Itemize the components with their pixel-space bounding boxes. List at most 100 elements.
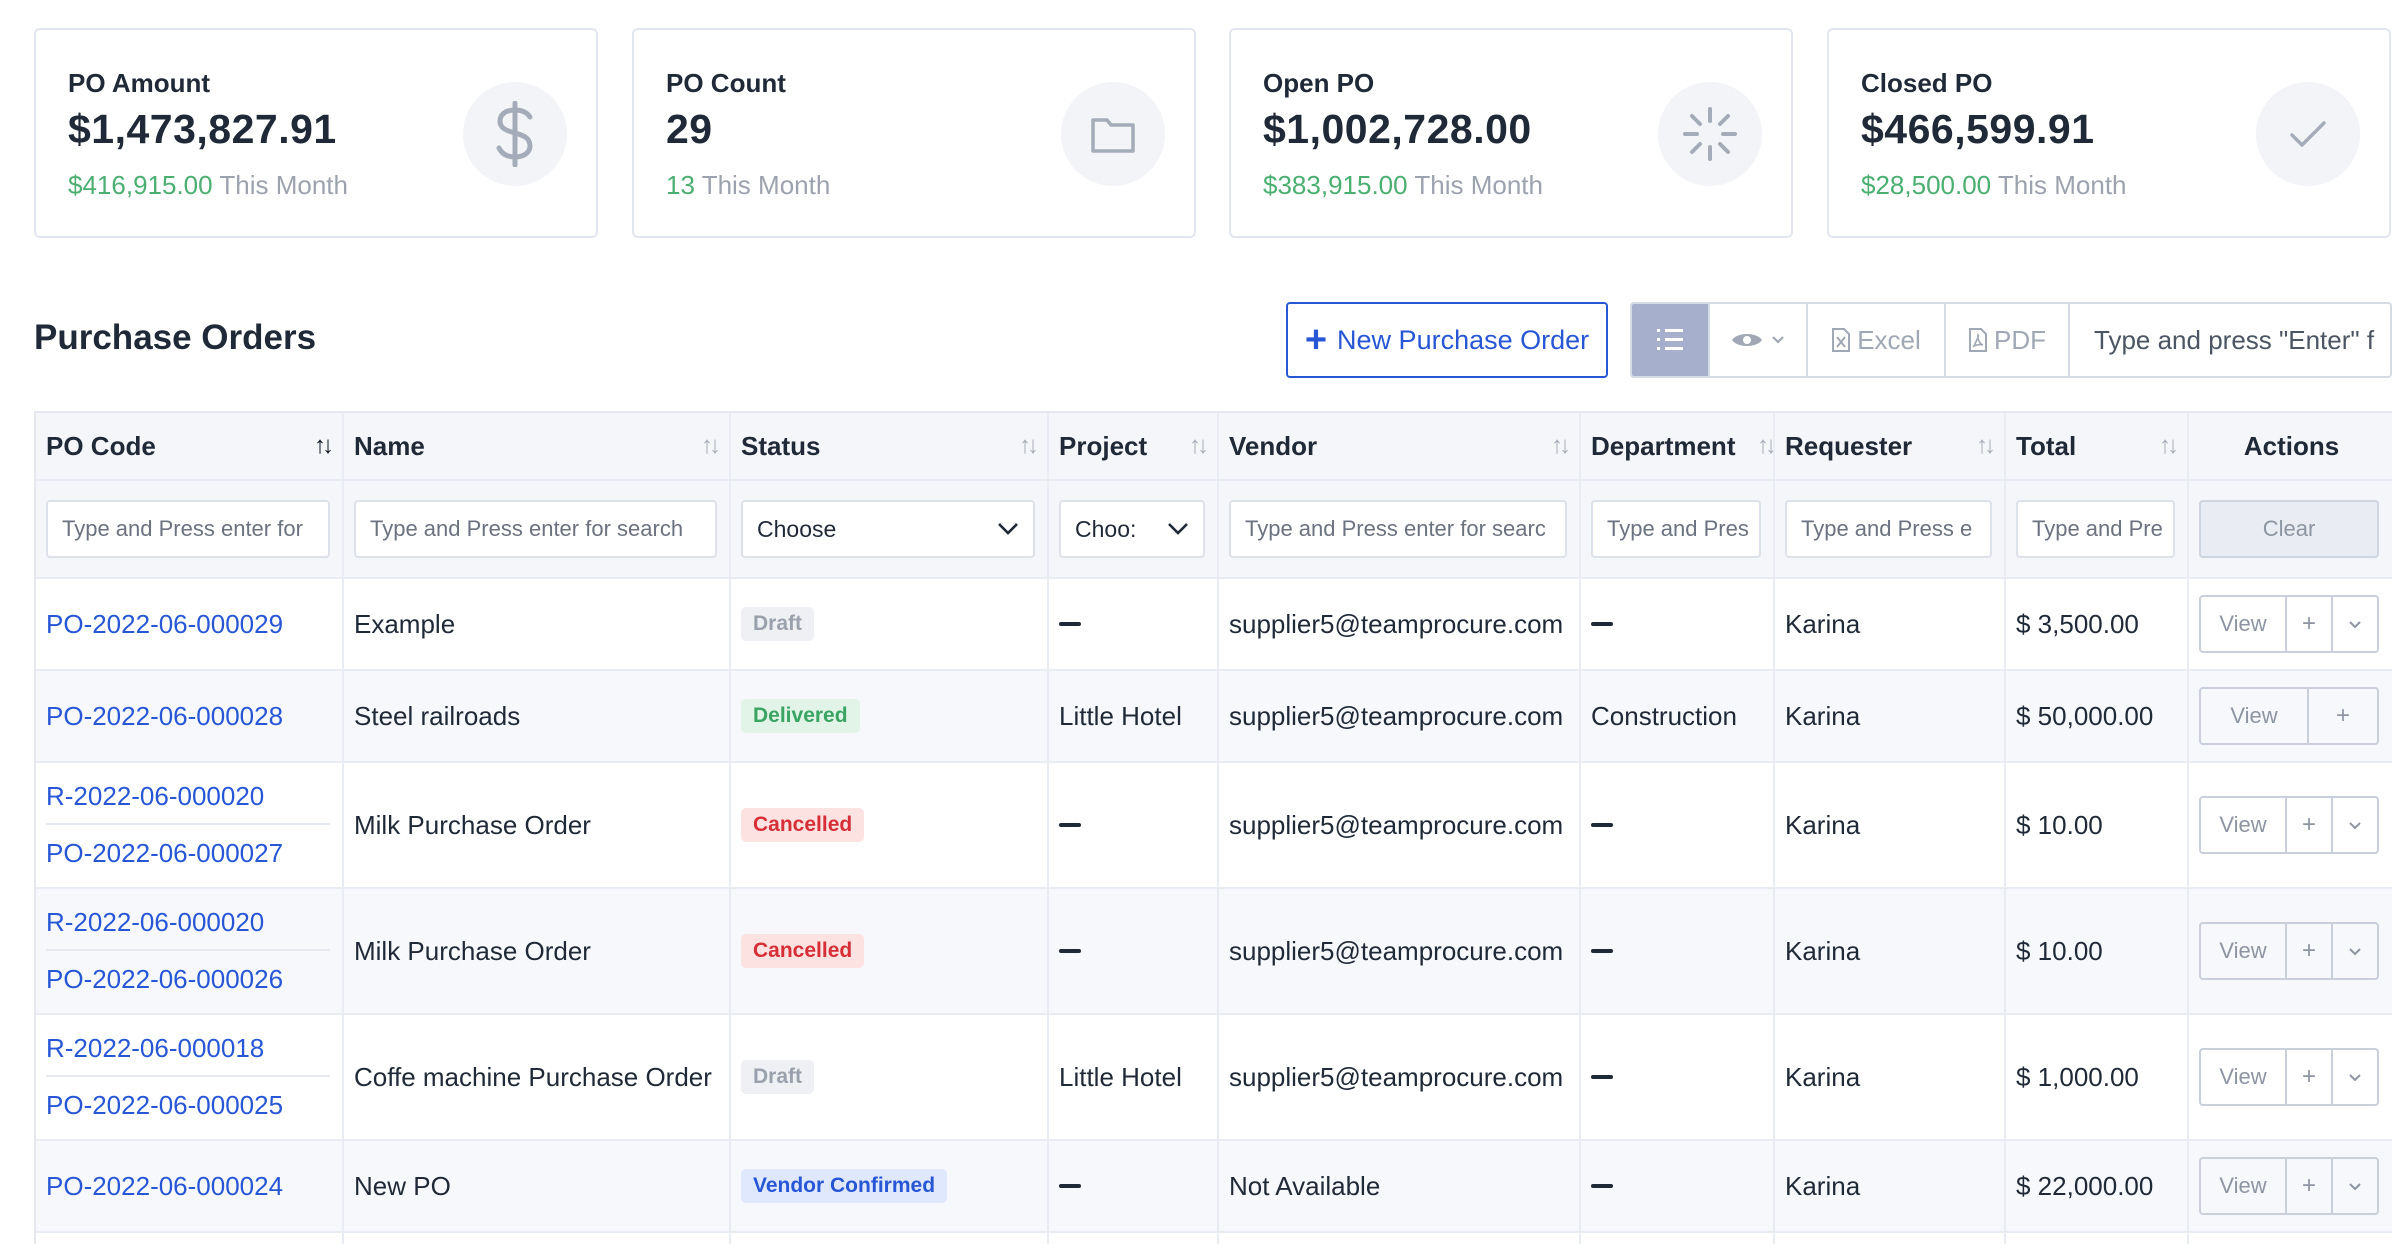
pdf-export-button[interactable]: PDF <box>1946 304 2070 376</box>
department-cell <box>1581 1015 1775 1139</box>
project-cell <box>1049 889 1219 1013</box>
requester-cell: Karina <box>1775 1141 2006 1231</box>
empty-dash <box>1059 622 1081 626</box>
name-cell: New PO <box>344 1141 731 1231</box>
column-header-name[interactable]: Name ↑↓ <box>344 413 731 479</box>
row-actions: View + <box>2199 595 2379 653</box>
table-row: PO-2022-06-000029 Example Draft supplier… <box>36 579 2392 671</box>
requisition-link[interactable]: R-2022-06-000020 <box>46 769 330 825</box>
po-code-link[interactable]: PO-2022-06-000029 <box>46 609 283 640</box>
page-title: Purchase Orders <box>34 318 317 357</box>
stat-month-suffix: This Month <box>1997 170 2127 200</box>
filter-cell: Type and Press e <box>1775 481 2006 577</box>
column-header-vendor[interactable]: Vendor ↑↓ <box>1219 413 1581 479</box>
sort-icon[interactable]: ↑↓ <box>2159 432 2179 460</box>
add-button[interactable]: + <box>2309 689 2377 743</box>
stat-value: 29 <box>666 106 713 152</box>
column-header-requester[interactable]: Requester ↑↓ <box>1775 413 2006 479</box>
po-code-cell: R-2022-06-000018 PO-2022-06-000025 <box>36 1015 344 1139</box>
sort-icon[interactable]: ↑↓ <box>1976 432 1996 460</box>
sort-icon[interactable]: ↑↓ <box>701 432 721 460</box>
empty-dash <box>1059 949 1081 953</box>
po-code-cell: R-2022-06-000020 PO-2022-06-000027 <box>36 763 344 887</box>
add-button[interactable]: + <box>2287 798 2333 852</box>
view-button[interactable]: View <box>2201 1159 2287 1213</box>
column-header-label: PO Code <box>46 430 156 461</box>
vendor-cell: supplier5@teamprocure.com <box>1219 671 1581 761</box>
column-header-department[interactable]: Department ↑↓ <box>1581 413 1775 479</box>
project-cell: Little Hotel <box>1049 671 1219 761</box>
po-code-filter-input[interactable]: Type and Press enter for <box>46 500 330 558</box>
po-code-link[interactable]: PO-2022-06-000028 <box>46 701 283 732</box>
list-view-button[interactable] <box>1632 304 1710 376</box>
sort-icon[interactable]: ↑↓ <box>1019 432 1039 460</box>
department-cell <box>1581 579 1775 669</box>
view-button[interactable]: View <box>2201 597 2287 651</box>
excel-label: Excel <box>1857 324 1921 355</box>
po-code-link[interactable]: PO-2022-06-000024 <box>46 1171 283 1202</box>
stat-label: PO Count <box>666 68 786 98</box>
total-filter-input[interactable]: Type and Pre <box>2016 500 2175 558</box>
department-filter-input[interactable]: Type and Pres <box>1591 500 1761 558</box>
new-purchase-order-button[interactable]: + New Purchase Order <box>1286 302 1608 378</box>
actions-cell: View + <box>2189 763 2392 887</box>
stat-card-po-count: PO Count 29 13 This Month <box>632 28 1196 238</box>
requisition-link[interactable]: R-2022-06-000020 <box>46 895 330 951</box>
view-button[interactable]: View <box>2201 1050 2287 1104</box>
row-actions: View + <box>2199 796 2379 854</box>
actions-cell: View + <box>2189 1141 2392 1231</box>
po-code-cell: PO-2022-06-000029 <box>36 579 344 669</box>
stat-month-value: $383,915.00 <box>1263 170 1408 200</box>
filter-cell: Type and Pre <box>2006 481 2189 577</box>
sort-icon[interactable]: ↑↓ <box>1189 432 1209 460</box>
more-actions-button[interactable] <box>2333 924 2377 978</box>
more-actions-button[interactable] <box>2333 798 2377 852</box>
more-actions-button[interactable] <box>2333 597 2377 651</box>
requester-filter-input[interactable]: Type and Press e <box>1785 500 1992 558</box>
add-button[interactable]: + <box>2287 1159 2333 1213</box>
stat-month: $28,500.00 This Month <box>1861 170 2127 201</box>
column-visibility-button[interactable] <box>1710 304 1808 376</box>
table-cell <box>344 1233 731 1244</box>
column-header-total[interactable]: Total ↑↓ <box>2006 413 2189 479</box>
view-button[interactable]: View <box>2201 924 2287 978</box>
column-header-po-code[interactable]: PO Code ↑↓ <box>36 413 344 479</box>
project-filter-select[interactable]: Choo: <box>1059 500 1205 558</box>
requisition-link[interactable]: R-2022-06-000018 <box>46 1021 330 1077</box>
total-cell: $ 3,500.00 <box>2006 579 2189 669</box>
more-actions-button[interactable] <box>2333 1050 2377 1104</box>
stat-label: PO Amount <box>68 68 211 98</box>
column-header-status[interactable]: Status ↑↓ <box>731 413 1049 479</box>
clear-filters-button[interactable]: Clear <box>2199 500 2379 558</box>
status-cell: Vendor Confirmed <box>731 1141 1049 1231</box>
project-cell <box>1049 763 1219 887</box>
sort-icon[interactable]: ↑↓ <box>1757 432 1773 460</box>
po-code-link[interactable]: PO-2022-06-000025 <box>46 1077 330 1133</box>
column-header-label: Actions <box>2243 430 2340 461</box>
vendor-filter-input[interactable]: Type and Press enter for searc <box>1229 500 1567 558</box>
total-cell: $ 50,000.00 <box>2006 671 2189 761</box>
name-filter-input[interactable]: Type and Press enter for search <box>354 500 717 558</box>
more-actions-button[interactable] <box>2333 1159 2377 1213</box>
table-search-input[interactable]: Type and press "Enter" f <box>2070 304 2390 376</box>
add-button[interactable]: + <box>2287 597 2333 651</box>
sort-desc-icon[interactable]: ↑↓ <box>314 432 334 460</box>
new-purchase-order-label: New Purchase Order <box>1337 324 1590 355</box>
column-header-project[interactable]: Project ↑↓ <box>1049 413 1219 479</box>
po-code-link[interactable]: PO-2022-06-000026 <box>46 951 330 1007</box>
add-button[interactable]: + <box>2287 1050 2333 1104</box>
sort-icon[interactable]: ↑↓ <box>1551 432 1571 460</box>
status-filter-select[interactable]: Choose <box>741 500 1035 558</box>
excel-export-button[interactable]: Excel <box>1808 304 1946 376</box>
add-button[interactable]: + <box>2287 924 2333 978</box>
linked-codes: R-2022-06-000018 PO-2022-06-000025 <box>46 1021 342 1133</box>
po-code-link[interactable]: PO-2022-06-000027 <box>46 825 330 881</box>
stat-month-value: $28,500.00 <box>1861 170 1992 200</box>
view-button[interactable]: View <box>2201 689 2309 743</box>
dollar-icon <box>463 82 567 186</box>
table-cell <box>1049 1233 1219 1244</box>
view-button[interactable]: View <box>2201 798 2287 852</box>
linked-codes: R-2022-06-000020 PO-2022-06-000027 <box>46 769 342 881</box>
empty-dash <box>1591 622 1613 626</box>
stat-month-suffix: This Month <box>1414 170 1543 200</box>
